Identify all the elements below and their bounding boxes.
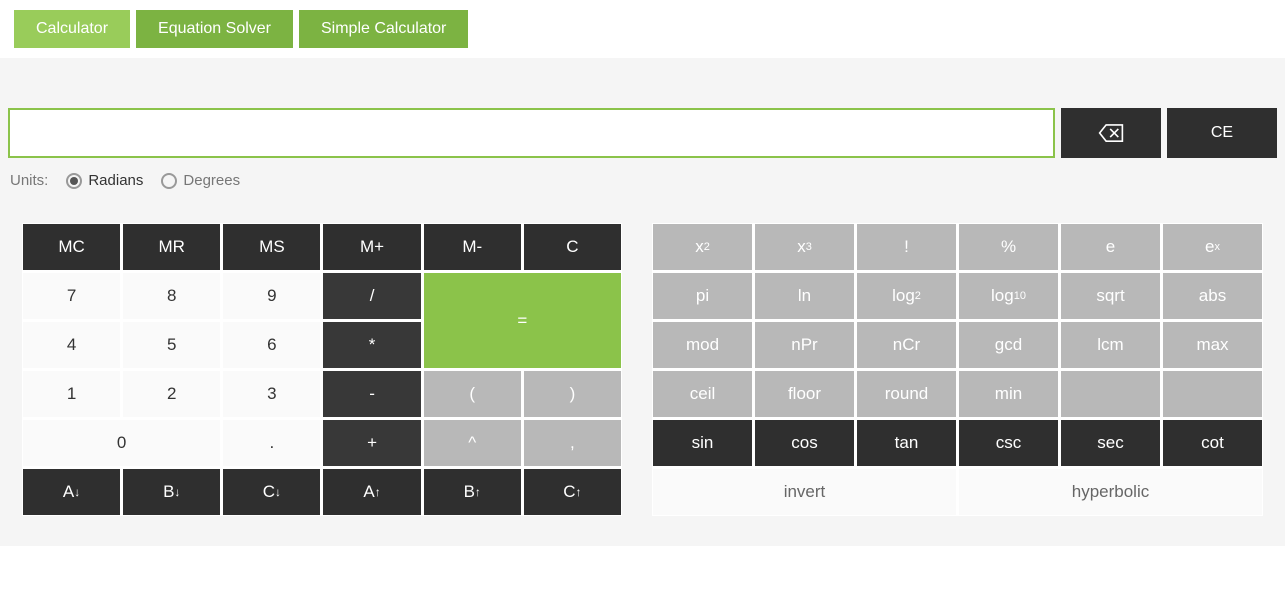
key-mod[interactable]: mod <box>652 321 753 369</box>
key-ms[interactable]: MS <box>222 223 321 271</box>
key-4[interactable]: 4 <box>22 321 121 369</box>
tab-equation-solver[interactable]: Equation Solver <box>136 10 293 48</box>
key-clear[interactable]: C <box>523 223 622 271</box>
key-8[interactable]: 8 <box>122 272 221 320</box>
arrow-down-icon: ↓ <box>275 485 281 499</box>
key-min[interactable]: min <box>958 370 1059 418</box>
tab-simple-calculator[interactable]: Simple Calculator <box>299 10 468 48</box>
key-lparen[interactable]: ( <box>423 370 522 418</box>
radio-icon <box>66 173 82 189</box>
key-log2[interactable]: log2 <box>856 272 957 320</box>
arrow-up-icon: ↑ <box>475 485 481 499</box>
key-x2[interactable]: x2 <box>652 223 753 271</box>
key-7[interactable]: 7 <box>22 272 121 320</box>
key-multiply[interactable]: * <box>322 321 421 369</box>
key-abs[interactable]: abs <box>1162 272 1263 320</box>
key-rparen[interactable]: ) <box>523 370 622 418</box>
key-b-up[interactable]: B↑ <box>423 468 522 516</box>
key-6[interactable]: 6 <box>222 321 321 369</box>
key-percent[interactable]: % <box>958 223 1059 271</box>
key-tan[interactable]: tan <box>856 419 957 467</box>
key-plus[interactable]: + <box>322 419 421 467</box>
key-ceil[interactable]: ceil <box>652 370 753 418</box>
key-blank2 <box>1162 370 1263 418</box>
arrow-down-icon: ↓ <box>174 485 180 499</box>
expression-input[interactable] <box>8 108 1055 158</box>
tabs: Calculator Equation Solver Simple Calcul… <box>0 0 1285 48</box>
key-mplus[interactable]: M+ <box>322 223 421 271</box>
key-a-down[interactable]: A↓ <box>22 468 121 516</box>
key-round[interactable]: round <box>856 370 957 418</box>
key-lcm[interactable]: lcm <box>1060 321 1161 369</box>
key-b-down[interactable]: B↓ <box>122 468 221 516</box>
key-x3[interactable]: x3 <box>754 223 855 271</box>
key-comma[interactable]: , <box>523 419 622 467</box>
key-mminus[interactable]: M- <box>423 223 522 271</box>
key-hyperbolic[interactable]: hyperbolic <box>958 468 1263 516</box>
key-ncr[interactable]: nCr <box>856 321 957 369</box>
numeric-pad: MC MR MS M+ M- C 7 8 9 / = 4 5 6 * 1 2 3… <box>22 223 622 516</box>
units-degrees-label: Degrees <box>183 172 240 189</box>
arrow-up-icon: ↑ <box>375 485 381 499</box>
key-c-down[interactable]: C↓ <box>222 468 321 516</box>
key-gcd[interactable]: gcd <box>958 321 1059 369</box>
key-a-up[interactable]: A↑ <box>322 468 421 516</box>
key-npr[interactable]: nPr <box>754 321 855 369</box>
key-sqrt[interactable]: sqrt <box>1060 272 1161 320</box>
key-3[interactable]: 3 <box>222 370 321 418</box>
function-pad: x2 x3 ! % e ex pi ln log2 log10 sqrt abs… <box>652 223 1263 516</box>
key-max[interactable]: max <box>1162 321 1263 369</box>
input-row: CE <box>0 108 1285 158</box>
backspace-icon <box>1098 123 1124 143</box>
key-cot[interactable]: cot <box>1162 419 1263 467</box>
units-radians[interactable]: Radians <box>66 172 143 189</box>
key-csc[interactable]: csc <box>958 419 1059 467</box>
key-divide[interactable]: / <box>322 272 421 320</box>
key-sin[interactable]: sin <box>652 419 753 467</box>
key-pi[interactable]: pi <box>652 272 753 320</box>
arrow-up-icon: ↑ <box>576 485 582 499</box>
radio-icon <box>161 173 177 189</box>
units-degrees[interactable]: Degrees <box>161 172 240 189</box>
key-invert[interactable]: invert <box>652 468 957 516</box>
units-row: Units: Radians Degrees <box>0 158 1285 203</box>
key-ln[interactable]: ln <box>754 272 855 320</box>
key-log10[interactable]: log10 <box>958 272 1059 320</box>
key-c-up[interactable]: C↑ <box>523 468 622 516</box>
key-2[interactable]: 2 <box>122 370 221 418</box>
key-mr[interactable]: MR <box>122 223 221 271</box>
key-floor[interactable]: floor <box>754 370 855 418</box>
key-5[interactable]: 5 <box>122 321 221 369</box>
key-ex[interactable]: ex <box>1162 223 1263 271</box>
key-9[interactable]: 9 <box>222 272 321 320</box>
key-e[interactable]: e <box>1060 223 1161 271</box>
units-radians-label: Radians <box>88 172 143 189</box>
tab-calculator[interactable]: Calculator <box>14 10 130 48</box>
backspace-button[interactable] <box>1061 108 1161 158</box>
key-blank1 <box>1060 370 1161 418</box>
key-1[interactable]: 1 <box>22 370 121 418</box>
key-cos[interactable]: cos <box>754 419 855 467</box>
key-power[interactable]: ^ <box>423 419 522 467</box>
key-minus[interactable]: - <box>322 370 421 418</box>
clear-entry-button[interactable]: CE <box>1167 108 1277 158</box>
key-sec[interactable]: sec <box>1060 419 1161 467</box>
key-factorial[interactable]: ! <box>856 223 957 271</box>
key-0[interactable]: 0 <box>22 419 221 467</box>
key-dot[interactable]: . <box>222 419 321 467</box>
key-mc[interactable]: MC <box>22 223 121 271</box>
key-equals[interactable]: = <box>423 272 622 369</box>
units-label: Units: <box>10 172 48 189</box>
arrow-down-icon: ↓ <box>74 485 80 499</box>
